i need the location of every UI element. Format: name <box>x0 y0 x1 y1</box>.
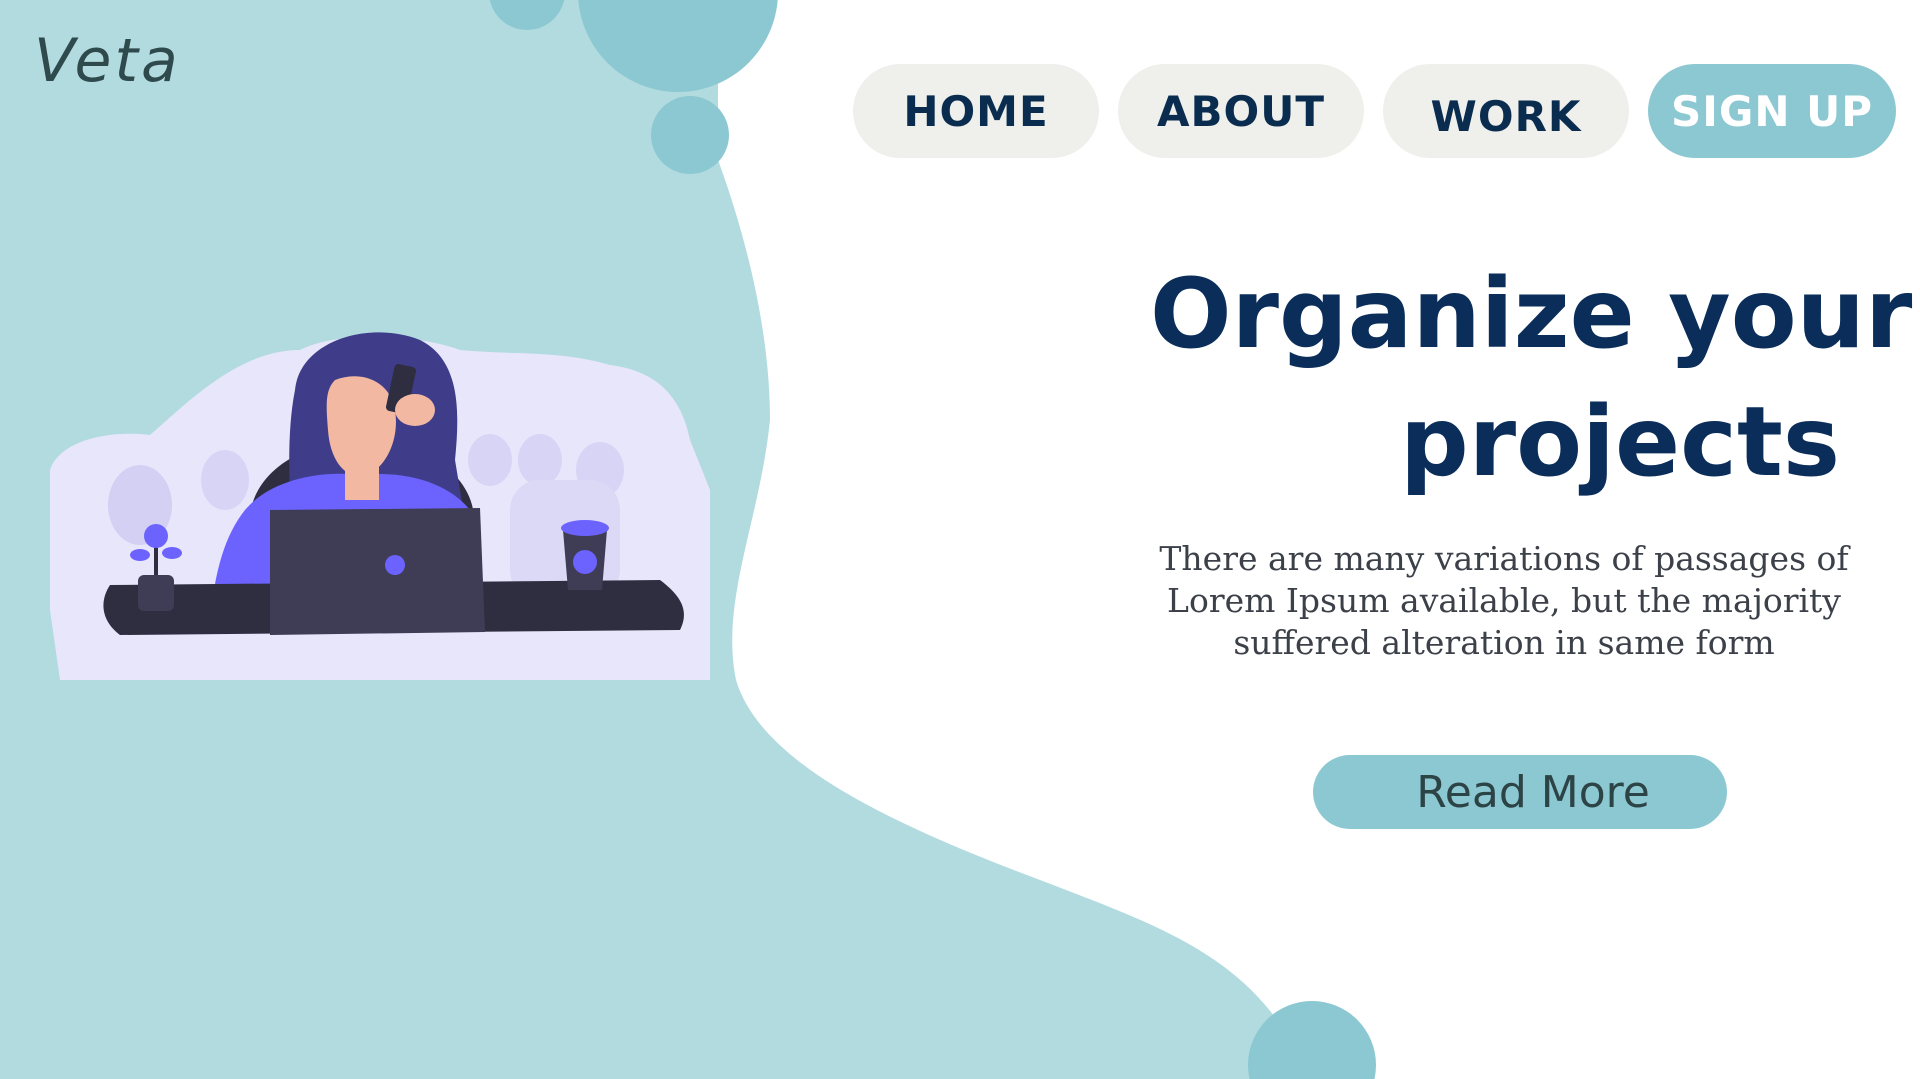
plant-flower <box>144 524 168 548</box>
laptop-logo <box>385 555 405 575</box>
hero-title-line2: projects <box>1400 386 1840 498</box>
hero-title: Organize your projects <box>1150 250 1913 506</box>
nav-home-button[interactable]: HOME <box>853 64 1099 158</box>
sign-up-button[interactable]: SIGN UP <box>1648 64 1896 158</box>
neck <box>345 460 379 500</box>
background-figure <box>201 450 249 510</box>
background-figure <box>518 434 562 486</box>
coffee-cup-lid <box>561 520 609 536</box>
hand <box>395 394 435 426</box>
plant-leaf <box>130 549 150 561</box>
read-more-label: Read More <box>1416 766 1650 818</box>
logo[interactable]: Veta <box>34 26 181 96</box>
plant-leaf <box>162 547 182 559</box>
landing-page: Veta HOME ABOUT WORK SIGN UP Organize yo… <box>0 0 1920 1079</box>
laptop <box>270 508 485 635</box>
coffee-cup-logo <box>573 550 597 574</box>
hero-description: There are many variations of passages of… <box>1159 539 1849 662</box>
hero-title-line1: Organize your <box>1150 258 1913 370</box>
plant-pot <box>138 575 174 611</box>
woman-at-laptop-illustration <box>50 332 710 680</box>
nav-work-button[interactable]: WORK <box>1383 64 1629 158</box>
read-more-button[interactable]: Read More <box>1313 755 1727 829</box>
decor-circle-mid <box>651 96 729 174</box>
nav-about-button[interactable]: ABOUT <box>1118 64 1364 158</box>
background-figure <box>468 434 512 486</box>
